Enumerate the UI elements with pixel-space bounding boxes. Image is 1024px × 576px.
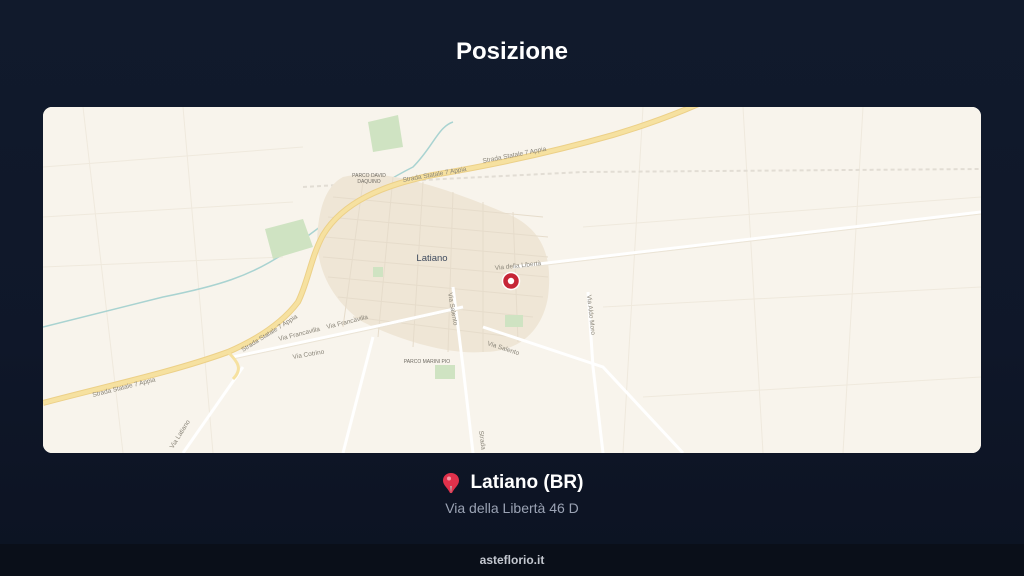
location-address: Via della Libertà 46 D <box>445 500 579 516</box>
footer: asteflorio.it <box>0 544 1024 576</box>
footer-site-link[interactable]: asteflorio.it <box>480 553 545 567</box>
park-label: DAQUINO <box>357 179 380 185</box>
page-title: Posizione <box>455 38 569 65</box>
map-pin-icon <box>441 472 461 494</box>
map[interactable]: Strada Statale 7 Appia Strada Statale 7 … <box>43 107 981 453</box>
location-marker[interactable] <box>501 271 521 291</box>
city-label: Latiano <box>416 253 447 264</box>
park-label: PARCO MARINI PIO <box>404 359 450 365</box>
map-canvas[interactable]: Strada Statale 7 Appia Strada Statale 7 … <box>43 107 981 453</box>
location-name: Latiano (BR) <box>470 472 584 493</box>
location-title-row: Latiano (BR) <box>0 472 1024 494</box>
